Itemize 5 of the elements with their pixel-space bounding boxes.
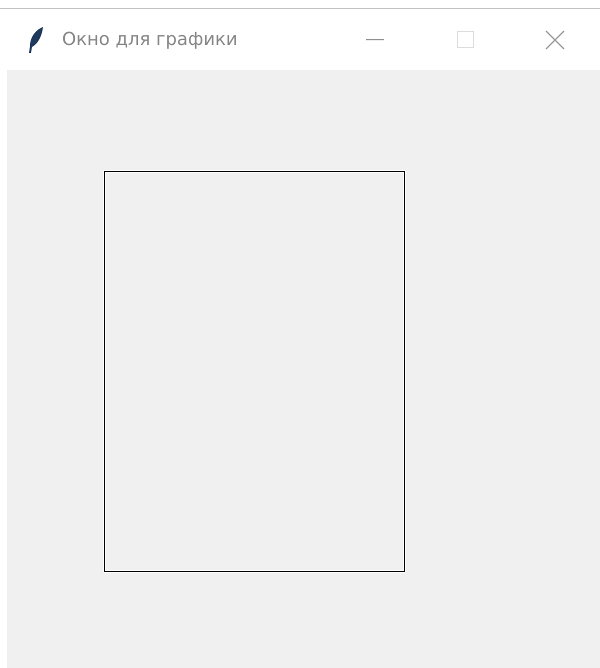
maximize-icon xyxy=(456,31,474,48)
window-title: Окно для графики xyxy=(62,29,239,50)
close-icon xyxy=(545,30,565,50)
minimize-icon xyxy=(366,38,384,40)
feather-icon xyxy=(27,26,45,54)
